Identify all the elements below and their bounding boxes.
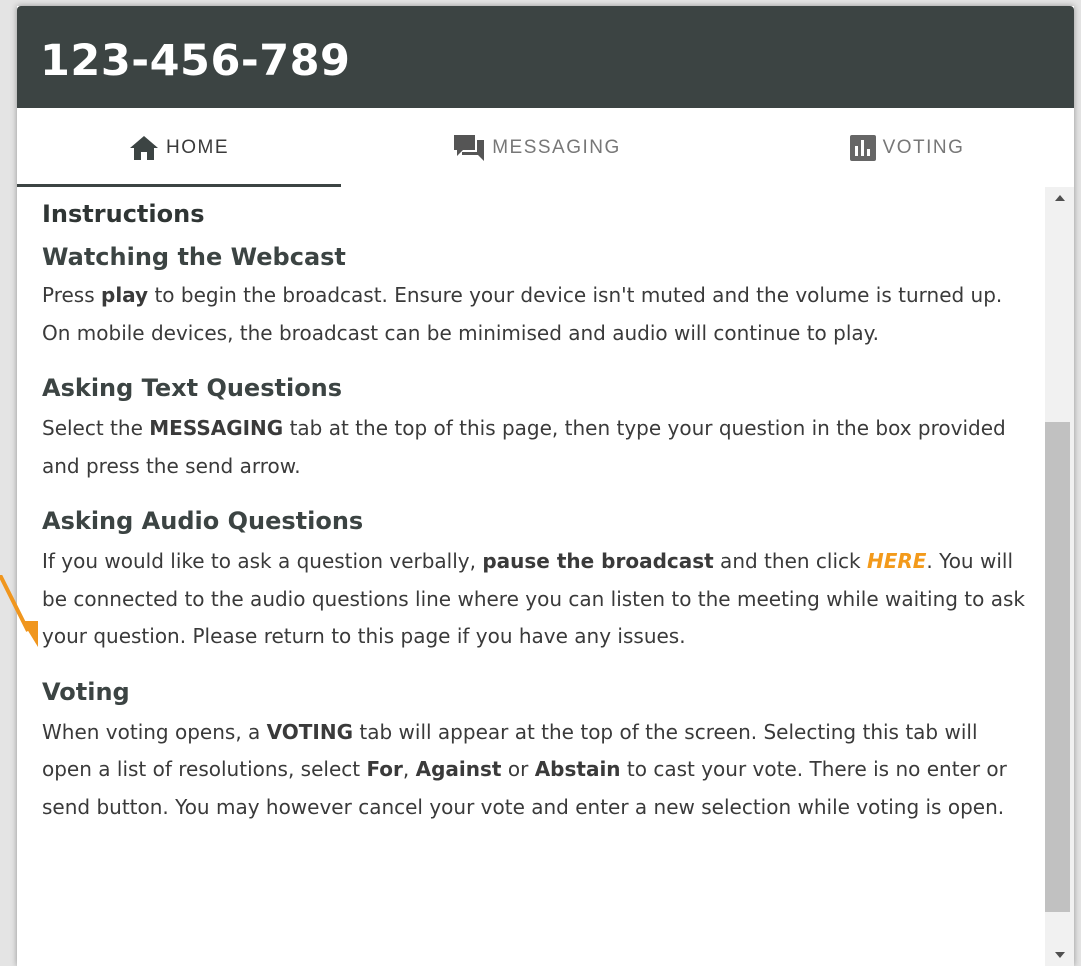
scroll-thumb[interactable] bbox=[1045, 422, 1070, 912]
text-span: Select the bbox=[42, 416, 150, 440]
text-span: , bbox=[402, 757, 416, 781]
webcast-heading: Watching the Webcast bbox=[42, 243, 346, 271]
text-span: Press bbox=[42, 283, 101, 307]
caret-up-icon bbox=[1054, 195, 1065, 201]
tab-home-label: HOME bbox=[166, 136, 229, 158]
header-bar: 123-456-789 bbox=[17, 6, 1074, 108]
home-icon bbox=[129, 135, 159, 161]
chat-icon bbox=[453, 134, 485, 162]
text-span: and then click bbox=[713, 549, 867, 573]
meeting-id-title: 123-456-789 bbox=[40, 36, 351, 86]
scroll-up-button[interactable] bbox=[1045, 187, 1074, 209]
caret-down-icon bbox=[1054, 952, 1065, 958]
bold-span: MESSAGING bbox=[149, 416, 284, 440]
text-span: or bbox=[501, 757, 535, 781]
tab-messaging[interactable]: MESSAGING bbox=[362, 108, 712, 187]
vertical-scrollbar[interactable] bbox=[1045, 187, 1074, 966]
bar-chart-icon bbox=[849, 134, 876, 161]
webcast-panel: 123-456-789 HOME MESSAGING VOTING Instru… bbox=[17, 6, 1074, 966]
tab-home[interactable]: HOME bbox=[17, 108, 341, 187]
text-questions-text: Select the MESSAGING tab at the top of t… bbox=[42, 410, 1032, 485]
text-span: If you would like to ask a question verb… bbox=[42, 549, 483, 573]
annotation-arrow-icon bbox=[0, 575, 38, 647]
bold-span: Against bbox=[415, 757, 502, 781]
tab-voting-label: VOTING bbox=[882, 136, 965, 158]
bold-span: For bbox=[366, 757, 403, 781]
text-span: When voting opens, a bbox=[42, 719, 267, 744]
audio-questions-text: If you would like to ask a question verb… bbox=[42, 543, 1032, 656]
tab-messaging-label: MESSAGING bbox=[492, 136, 621, 158]
audio-questions-heading: Asking Audio Questions bbox=[42, 507, 364, 535]
bold-span: play bbox=[101, 283, 149, 307]
voting-text: When voting opens, a VOTING tab will app… bbox=[42, 714, 1032, 827]
instructions-content: Instructions Watching the Webcast Press … bbox=[17, 187, 1045, 966]
bold-span: pause the broadcast bbox=[482, 549, 714, 573]
audio-questions-link[interactable]: HERE bbox=[867, 549, 926, 573]
scroll-down-button[interactable] bbox=[1045, 944, 1074, 966]
instructions-heading: Instructions bbox=[42, 200, 205, 228]
voting-heading: Voting bbox=[42, 677, 130, 706]
webcast-text: Press play to begin the broadcast. Ensur… bbox=[42, 277, 1032, 352]
tab-voting[interactable]: VOTING bbox=[757, 108, 1057, 187]
tab-bar: HOME MESSAGING VOTING bbox=[17, 108, 1074, 187]
text-questions-heading: Asking Text Questions bbox=[42, 374, 343, 402]
bold-span: Abstain bbox=[534, 757, 621, 781]
text-span: to begin the broadcast. Ensure your devi… bbox=[42, 283, 1003, 345]
bold-span: VOTING bbox=[266, 719, 354, 744]
